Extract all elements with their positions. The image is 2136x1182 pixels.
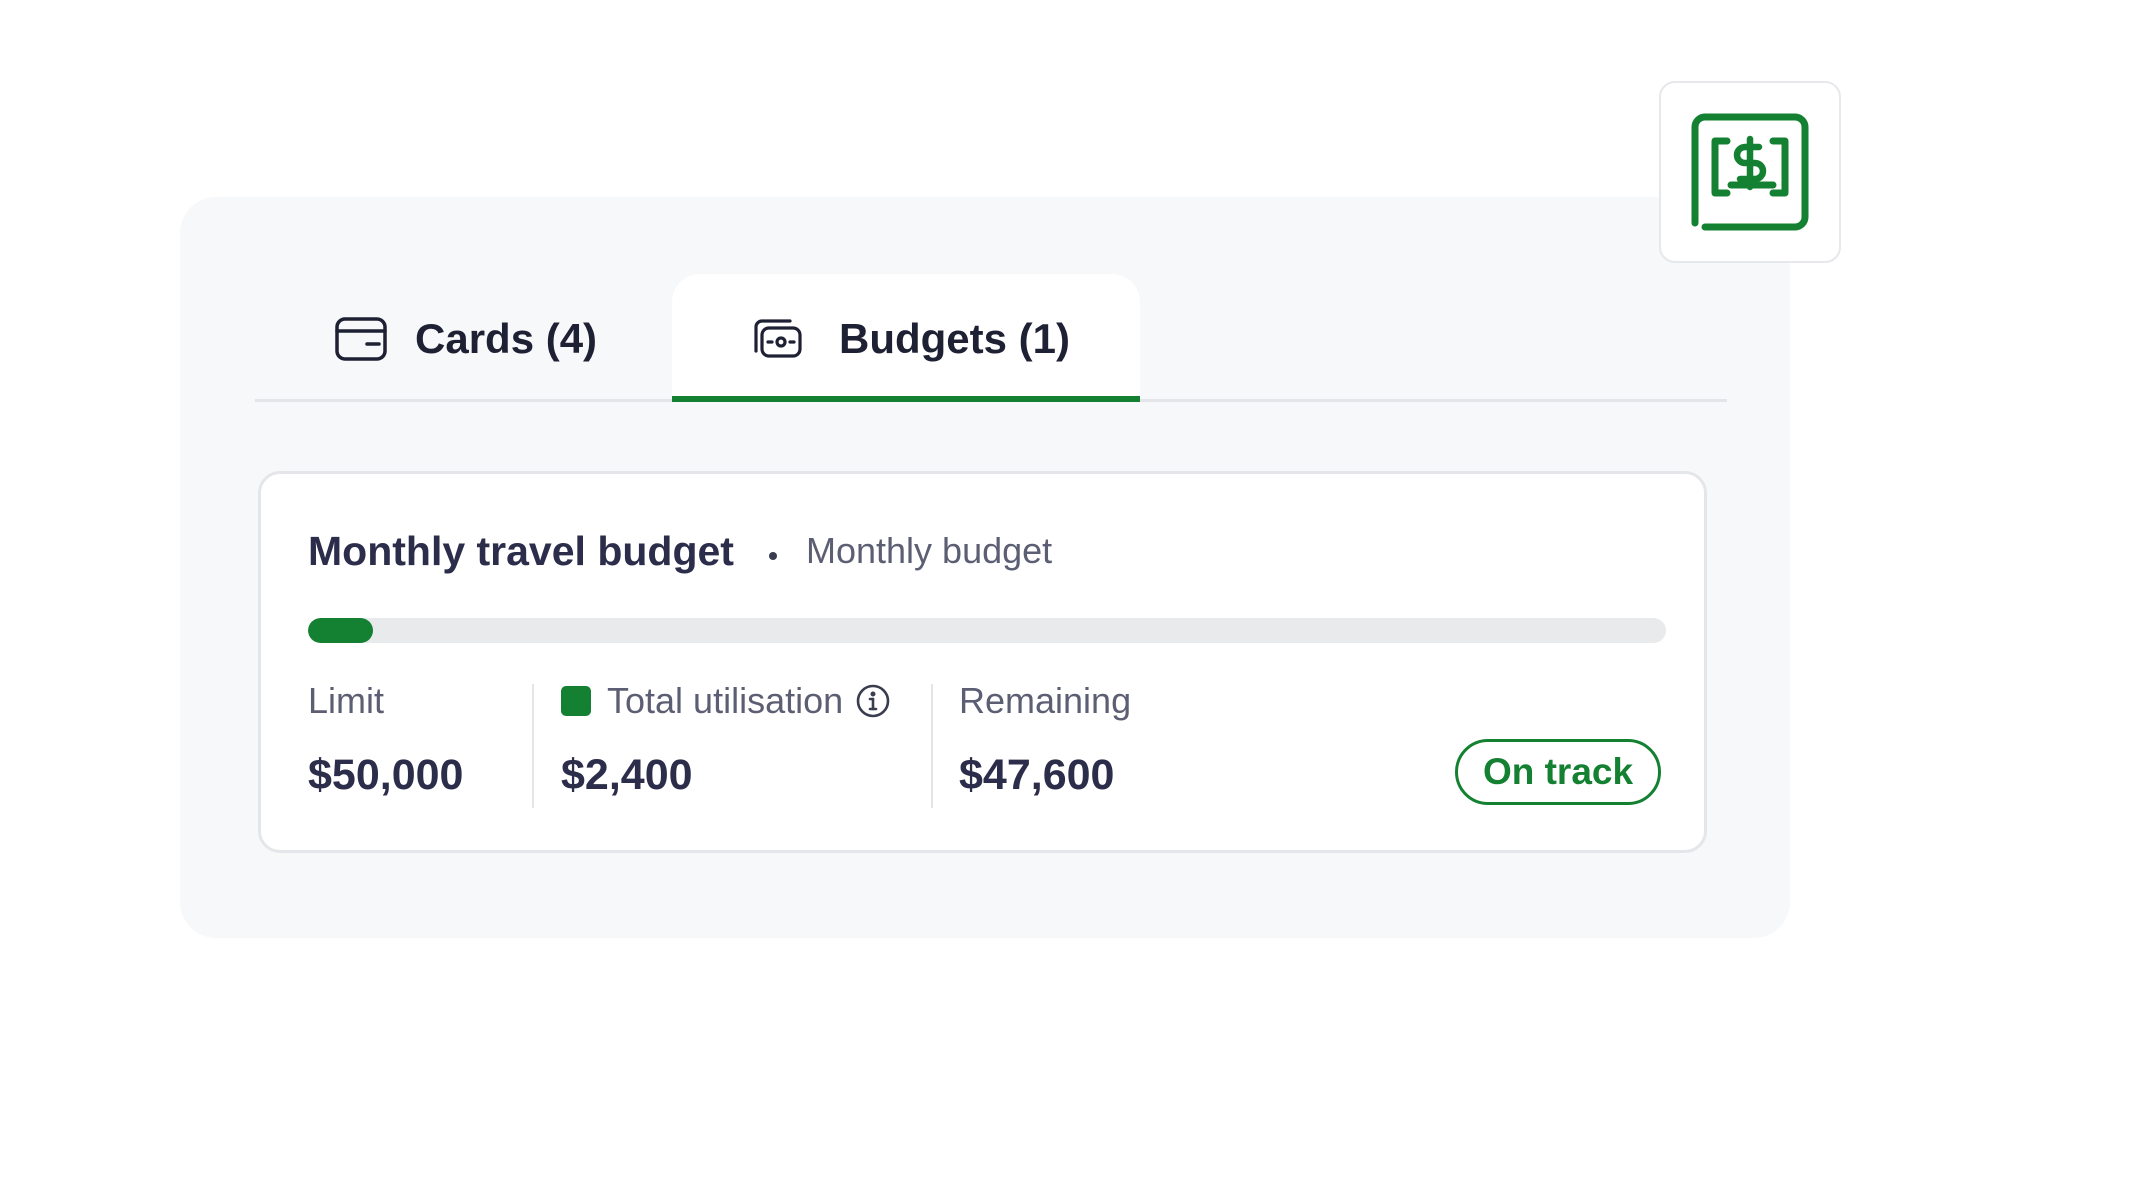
tab-cards[interactable]: Cards (4) bbox=[255, 274, 672, 402]
remaining-label: Remaining bbox=[959, 680, 1132, 721]
limit-value: $50,000 bbox=[308, 751, 464, 799]
info-icon[interactable] bbox=[855, 683, 891, 719]
utilisation-value: $2,400 bbox=[561, 751, 693, 799]
utilisation-stat: Total utilisation $2,400 bbox=[561, 679, 891, 800]
logo-tile bbox=[1659, 81, 1841, 263]
tab-budgets-label: Budgets (1) bbox=[839, 315, 1070, 362]
budget-title: Monthly travel budget bbox=[308, 528, 734, 574]
limit-label: Limit bbox=[308, 680, 385, 721]
budget-progress-bar bbox=[308, 618, 1666, 643]
separator-dot bbox=[769, 552, 777, 560]
stat-divider bbox=[931, 684, 933, 808]
budget-progress-fill bbox=[308, 618, 374, 643]
budget-card[interactable]: Monthly travel budget Monthly budget Lim… bbox=[258, 471, 1707, 853]
utilisation-label: Total utilisation bbox=[607, 680, 844, 721]
budgets-panel: Cards (4) Budgets (1) Monthly travel bud… bbox=[180, 197, 1790, 938]
tab-cards-label: Cards (4) bbox=[415, 315, 598, 362]
cash-icon bbox=[754, 319, 802, 358]
card-icon bbox=[335, 317, 387, 361]
tab-bar: Cards (4) Budgets (1) bbox=[255, 274, 1727, 402]
limit-stat: Limit $50,000 bbox=[308, 679, 463, 800]
stage: Cards (4) Budgets (1) Monthly travel bud… bbox=[0, 0, 2136, 1182]
stat-divider bbox=[532, 684, 534, 808]
utilisation-legend-swatch bbox=[561, 686, 591, 716]
active-tab-indicator bbox=[672, 396, 1140, 402]
status-badge: On track bbox=[1455, 739, 1661, 805]
remaining-stat: Remaining $47,600 bbox=[959, 679, 1131, 800]
tab-budgets[interactable]: Budgets (1) bbox=[672, 274, 1140, 402]
remaining-value: $47,600 bbox=[959, 751, 1115, 799]
budget-type: Monthly budget bbox=[806, 530, 1053, 571]
utilisation-label-row: Total utilisation bbox=[561, 679, 891, 723]
dollar-frame-icon bbox=[1691, 113, 1809, 231]
